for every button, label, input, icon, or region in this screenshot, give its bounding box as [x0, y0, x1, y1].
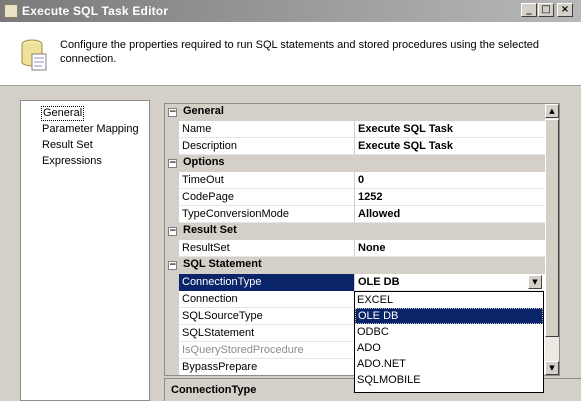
collapse-icon[interactable]: − — [168, 261, 177, 270]
row-gutter — [165, 172, 179, 189]
property-value[interactable]: Execute SQL Task — [355, 138, 545, 155]
connectiontype-dropdown-list: EXCEL OLE DB ODBC ADO ADO.NET SQLMOBILE — [354, 291, 544, 393]
row-gutter — [165, 206, 179, 223]
dropdown-option-odbc[interactable]: ODBC — [355, 324, 543, 340]
property-row-connectiontype[interactable]: ConnectionType OLE DB ▼ — [165, 274, 545, 291]
database-icon — [21, 39, 47, 71]
scroll-up-icon[interactable]: ▲ — [545, 104, 559, 118]
property-row-description[interactable]: Description Execute SQL Task — [165, 138, 545, 155]
nav-item-parameter-mapping[interactable]: Parameter Mapping — [41, 122, 140, 137]
category-general: − General — [165, 104, 545, 121]
row-gutter — [165, 359, 179, 375]
minimize-button[interactable]: _ — [521, 3, 537, 17]
editor-header: Configure the properties required to run… — [0, 22, 581, 86]
property-name: TimeOut — [179, 172, 355, 189]
nav-item-expressions[interactable]: Expressions — [41, 154, 103, 169]
property-row-codepage[interactable]: CodePage 1252 — [165, 189, 545, 206]
page-list: General Parameter Mapping Result Set Exp… — [20, 100, 150, 401]
row-gutter — [165, 308, 179, 325]
collapse-icon[interactable]: − — [168, 227, 177, 236]
property-value[interactable]: Allowed — [355, 206, 545, 223]
maximize-button[interactable]: □ — [538, 3, 554, 17]
property-value[interactable]: Execute SQL Task — [355, 121, 545, 138]
property-name: BypassPrepare — [179, 359, 355, 375]
dropdown-option-ado-net[interactable]: ADO.NET — [355, 356, 543, 372]
property-name: CodePage — [179, 189, 355, 206]
row-gutter — [165, 325, 179, 342]
row-gutter — [165, 121, 179, 138]
property-row-name[interactable]: Name Execute SQL Task — [165, 121, 545, 138]
dropdown-option-sqlmobile[interactable]: SQLMOBILE — [355, 372, 543, 388]
window-title: Execute SQL Task Editor — [22, 4, 169, 18]
property-name: ResultSet — [179, 240, 355, 257]
row-gutter — [165, 342, 179, 359]
category-label: SQL Statement — [183, 258, 262, 270]
app-icon — [4, 4, 18, 18]
row-gutter — [165, 274, 179, 291]
row-gutter — [165, 189, 179, 206]
property-value[interactable]: 0 — [355, 172, 545, 189]
connectiontype-combo[interactable]: OLE DB — [355, 274, 545, 291]
title-bar: Execute SQL Task Editor _ □ × — [0, 0, 581, 22]
dropdown-option-ado[interactable]: ADO — [355, 340, 543, 356]
property-name: SQLStatement — [179, 325, 355, 342]
dropdown-option-excel[interactable]: EXCEL — [355, 292, 543, 308]
category-result-set: − Result Set — [165, 223, 545, 240]
category-label: General — [183, 105, 224, 117]
property-name: ConnectionType — [179, 274, 355, 291]
property-name: Name — [179, 121, 355, 138]
scroll-thumb[interactable] — [545, 119, 559, 337]
property-name: SQLSourceType — [179, 308, 355, 325]
header-description: Configure the properties required to run… — [60, 39, 539, 65]
row-gutter — [165, 240, 179, 257]
category-label: Options — [183, 156, 225, 168]
help-title: ConnectionType — [171, 384, 257, 396]
property-row-timeout[interactable]: TimeOut 0 — [165, 172, 545, 189]
category-sql-statement: − SQL Statement — [165, 257, 545, 274]
scroll-down-icon[interactable]: ▼ — [545, 361, 559, 375]
property-name: IsQueryStoredProcedure — [179, 342, 355, 359]
property-name: Connection — [179, 291, 355, 308]
property-value[interactable]: 1252 — [355, 189, 545, 206]
category-label: Result Set — [183, 224, 237, 236]
dropdown-arrow-icon[interactable]: ▼ — [528, 275, 542, 289]
category-options: − Options — [165, 155, 545, 172]
nav-item-result-set[interactable]: Result Set — [41, 138, 94, 153]
row-gutter — [165, 291, 179, 308]
property-name: Description — [179, 138, 355, 155]
nav-item-general[interactable]: General — [41, 106, 85, 121]
property-value[interactable]: None — [355, 240, 545, 257]
property-row-typeconversionmode[interactable]: TypeConversionMode Allowed — [165, 206, 545, 223]
collapse-icon[interactable]: − — [168, 159, 177, 168]
property-name: TypeConversionMode — [179, 206, 355, 223]
collapse-icon[interactable]: − — [168, 108, 177, 117]
close-button[interactable]: × — [557, 3, 573, 17]
row-gutter — [165, 138, 179, 155]
vertical-scrollbar[interactable]: ▲ ▼ — [545, 103, 560, 376]
property-row-resultset[interactable]: ResultSet None — [165, 240, 545, 257]
dropdown-option-ole-db[interactable]: OLE DB — [355, 308, 543, 324]
